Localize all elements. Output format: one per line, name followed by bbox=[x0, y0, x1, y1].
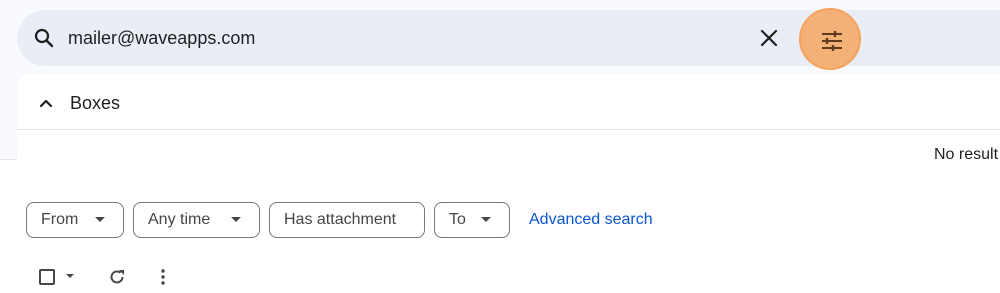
header-divider bbox=[0, 159, 18, 160]
no-results-text: No result bbox=[934, 146, 999, 163]
search-options-button[interactable] bbox=[799, 8, 861, 70]
caret-down-icon bbox=[481, 217, 491, 222]
search-icon[interactable] bbox=[32, 26, 56, 50]
to-filter-label: To bbox=[449, 211, 466, 228]
chevron-up-icon[interactable] bbox=[37, 94, 55, 112]
caret-down-icon[interactable] bbox=[66, 274, 74, 278]
boxes-section-label: Boxes bbox=[70, 93, 121, 113]
from-filter-label: From bbox=[41, 211, 79, 228]
caret-down-icon bbox=[95, 217, 105, 222]
time-filter-label: Any time bbox=[148, 211, 211, 228]
advanced-search-link[interactable]: Advanced search bbox=[529, 210, 653, 230]
checkbox-icon[interactable] bbox=[39, 269, 55, 285]
to-filter-chip[interactable]: To bbox=[434, 202, 510, 238]
refresh-icon[interactable] bbox=[107, 267, 127, 287]
attachment-filter-chip[interactable]: Has attachment bbox=[269, 202, 425, 238]
from-filter-chip[interactable]: From bbox=[26, 202, 124, 238]
search-suggestions-panel: Boxes No result bbox=[17, 74, 1000, 163]
close-icon[interactable] bbox=[754, 23, 784, 53]
attachment-filter-label: Has attachment bbox=[284, 211, 397, 228]
more-vert-icon[interactable] bbox=[153, 267, 173, 287]
time-filter-chip[interactable]: Any time bbox=[133, 202, 260, 238]
boxes-section-header[interactable]: Boxes bbox=[17, 74, 1000, 130]
tune-icon bbox=[822, 31, 842, 51]
search-input[interactable]: mailer@waveapps.com bbox=[68, 27, 255, 49]
caret-down-icon bbox=[231, 217, 241, 222]
